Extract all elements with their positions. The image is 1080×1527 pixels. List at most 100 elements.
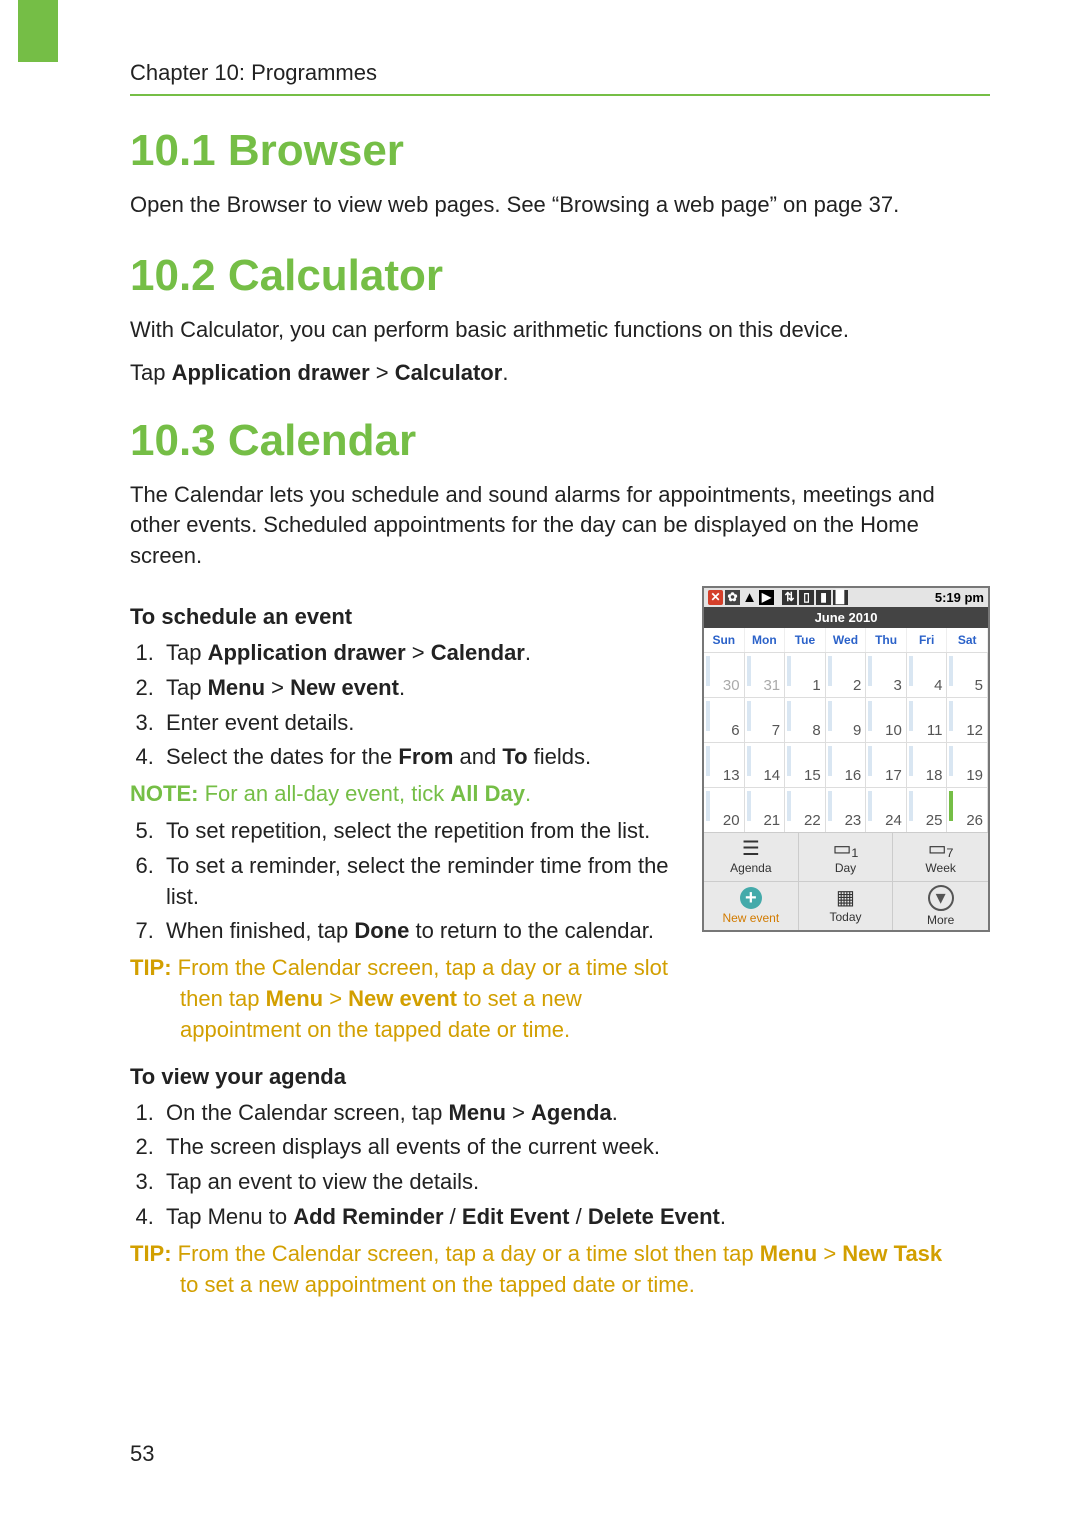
status-icon-2: ✿ — [725, 590, 740, 605]
calendar-day-cell[interactable]: 11 — [907, 697, 948, 742]
calendar-day-cell[interactable]: 9 — [826, 697, 867, 742]
schedule-step-6: To set a reminder, select the reminder t… — [160, 851, 684, 913]
day-number: 31 — [763, 677, 780, 694]
calendar-day-cell[interactable]: 18 — [907, 742, 948, 787]
calendar-day-cell[interactable]: 22 — [785, 787, 826, 832]
calendar-body: The Calendar lets you schedule and sound… — [130, 480, 990, 572]
calendar-day-cell[interactable]: 16 — [826, 742, 867, 787]
event-indicator — [909, 746, 913, 776]
today-icon: ▦ — [836, 888, 855, 908]
status-icon-1: ✕ — [708, 590, 723, 605]
event-indicator — [787, 746, 791, 776]
status-icon-warning: ▲ — [742, 590, 757, 605]
document-page: Chapter 10: Programmes 10.1 Browser Open… — [0, 0, 1080, 1527]
day-number: 22 — [804, 812, 821, 829]
calendar-day-cell[interactable]: 30 — [704, 652, 745, 697]
tip-lead: TIP: — [130, 955, 172, 980]
calendar-month: June 2010 — [704, 607, 988, 628]
calendar-day-header: Sun Mon Tue Wed Thu Fri Sat — [704, 628, 988, 652]
agenda-tip: TIP: From the Calendar screen, tap a day… — [130, 1239, 990, 1301]
day-number: 5 — [975, 677, 983, 694]
day-number: 24 — [885, 812, 902, 829]
more-icon: ▾ — [928, 885, 954, 911]
event-indicator — [828, 791, 832, 821]
event-indicator — [949, 701, 953, 731]
day-number: 13 — [723, 767, 740, 784]
header-rule — [130, 94, 990, 96]
event-indicator — [747, 656, 751, 686]
schedule-step-2: Tap Menu > New event. — [160, 673, 684, 704]
calendar-toolbar: ☰Agenda ▭₁Day ▭₇Week +New event ▦Today ▾… — [704, 832, 988, 930]
calendar-grid: 3031123456789101112131415161718192021222… — [704, 652, 988, 832]
agenda-button[interactable]: ☰Agenda — [704, 832, 799, 881]
day-button[interactable]: ▭₁Day — [799, 832, 894, 881]
event-indicator — [868, 656, 872, 686]
calendar-day-cell[interactable]: 1 — [785, 652, 826, 697]
event-indicator — [747, 791, 751, 821]
calculator-instruction: Tap Application drawer > Calculator. — [130, 360, 990, 386]
calendar-day-cell[interactable]: 26 — [947, 787, 988, 832]
event-indicator — [828, 656, 832, 686]
browser-body: Open the Browser to view web pages. See … — [130, 190, 990, 221]
schedule-step-3: Enter event details. — [160, 708, 684, 739]
calendar-day-cell[interactable]: 8 — [785, 697, 826, 742]
event-indicator — [909, 791, 913, 821]
calendar-day-cell[interactable]: 17 — [866, 742, 907, 787]
calendar-day-cell[interactable]: 24 — [866, 787, 907, 832]
status-icon-signal: ▮ — [816, 590, 831, 605]
day-number: 25 — [926, 812, 943, 829]
day-number: 3 — [894, 677, 902, 694]
calendar-day-cell[interactable]: 5 — [947, 652, 988, 697]
calendar-day-cell[interactable]: 25 — [907, 787, 948, 832]
event-indicator — [706, 701, 710, 731]
agenda-step-2: The screen displays all events of the cu… — [160, 1132, 990, 1163]
event-indicator — [868, 746, 872, 776]
schedule-step-7: When finished, tap Done to return to the… — [160, 916, 684, 947]
schedule-subhead: To schedule an event — [130, 604, 684, 630]
today-button[interactable]: ▦Today — [799, 881, 894, 930]
calendar-day-cell[interactable]: 2 — [826, 652, 867, 697]
event-indicator — [868, 791, 872, 821]
note-lead: NOTE: — [130, 781, 198, 806]
calendar-week-row: 2021 22 23 24 2526 — [704, 787, 988, 832]
calendar-day-cell[interactable]: 21 — [745, 787, 786, 832]
schedule-steps-2: To set repetition, select the repetition… — [130, 816, 684, 947]
more-button[interactable]: ▾More — [893, 881, 988, 930]
calendar-day-cell[interactable]: 20 — [704, 787, 745, 832]
day-number: 23 — [845, 812, 862, 829]
calendar-day-cell[interactable]: 3 — [866, 652, 907, 697]
calendar-day-cell[interactable]: 23 — [826, 787, 867, 832]
calendar-day-cell[interactable]: 31 — [745, 652, 786, 697]
event-indicator — [787, 656, 791, 686]
day-number: 4 — [934, 677, 942, 694]
calendar-day-cell[interactable]: 14 — [745, 742, 786, 787]
calendar-day-cell[interactable]: 15 — [785, 742, 826, 787]
phone-screenshot: ✕ ✿ ▲ ▶ ⇅ ▯ ▮ ▉ 5:19 pm June 2010 Sun Mo… — [702, 586, 990, 932]
calendar-day-cell[interactable]: 12 — [947, 697, 988, 742]
day-number: 15 — [804, 767, 821, 784]
calculator-body: With Calculator, you can perform basic a… — [130, 315, 990, 346]
status-icon-battery: ▉ — [833, 590, 848, 605]
event-indicator — [787, 701, 791, 731]
calendar-day-cell[interactable]: 10 — [866, 697, 907, 742]
section-color-tab — [18, 0, 58, 62]
left-column: To schedule an event Tap Application dra… — [130, 586, 684, 1098]
event-indicator — [787, 791, 791, 821]
event-indicator — [949, 791, 953, 821]
week-button[interactable]: ▭₇Week — [893, 832, 988, 881]
agenda-icon: ☰ — [742, 839, 760, 859]
calendar-week-row: 30 31 12 3 4 5 — [704, 652, 988, 697]
status-clock: 5:19 pm — [935, 590, 984, 605]
calendar-day-cell[interactable]: 4 — [907, 652, 948, 697]
calendar-day-cell[interactable]: 7 — [745, 697, 786, 742]
calendar-day-cell[interactable]: 19 — [947, 742, 988, 787]
event-indicator — [706, 656, 710, 686]
agenda-step-1: On the Calendar screen, tap Menu > Agend… — [160, 1098, 990, 1129]
event-indicator — [747, 746, 751, 776]
event-indicator — [949, 746, 953, 776]
calendar-day-cell[interactable]: 13 — [704, 742, 745, 787]
schedule-note: NOTE: For an all-day event, tick All Day… — [130, 779, 684, 810]
week-icon: ▭₇ — [928, 839, 954, 859]
calendar-day-cell[interactable]: 6 — [704, 697, 745, 742]
new-event-button[interactable]: +New event — [704, 881, 799, 930]
